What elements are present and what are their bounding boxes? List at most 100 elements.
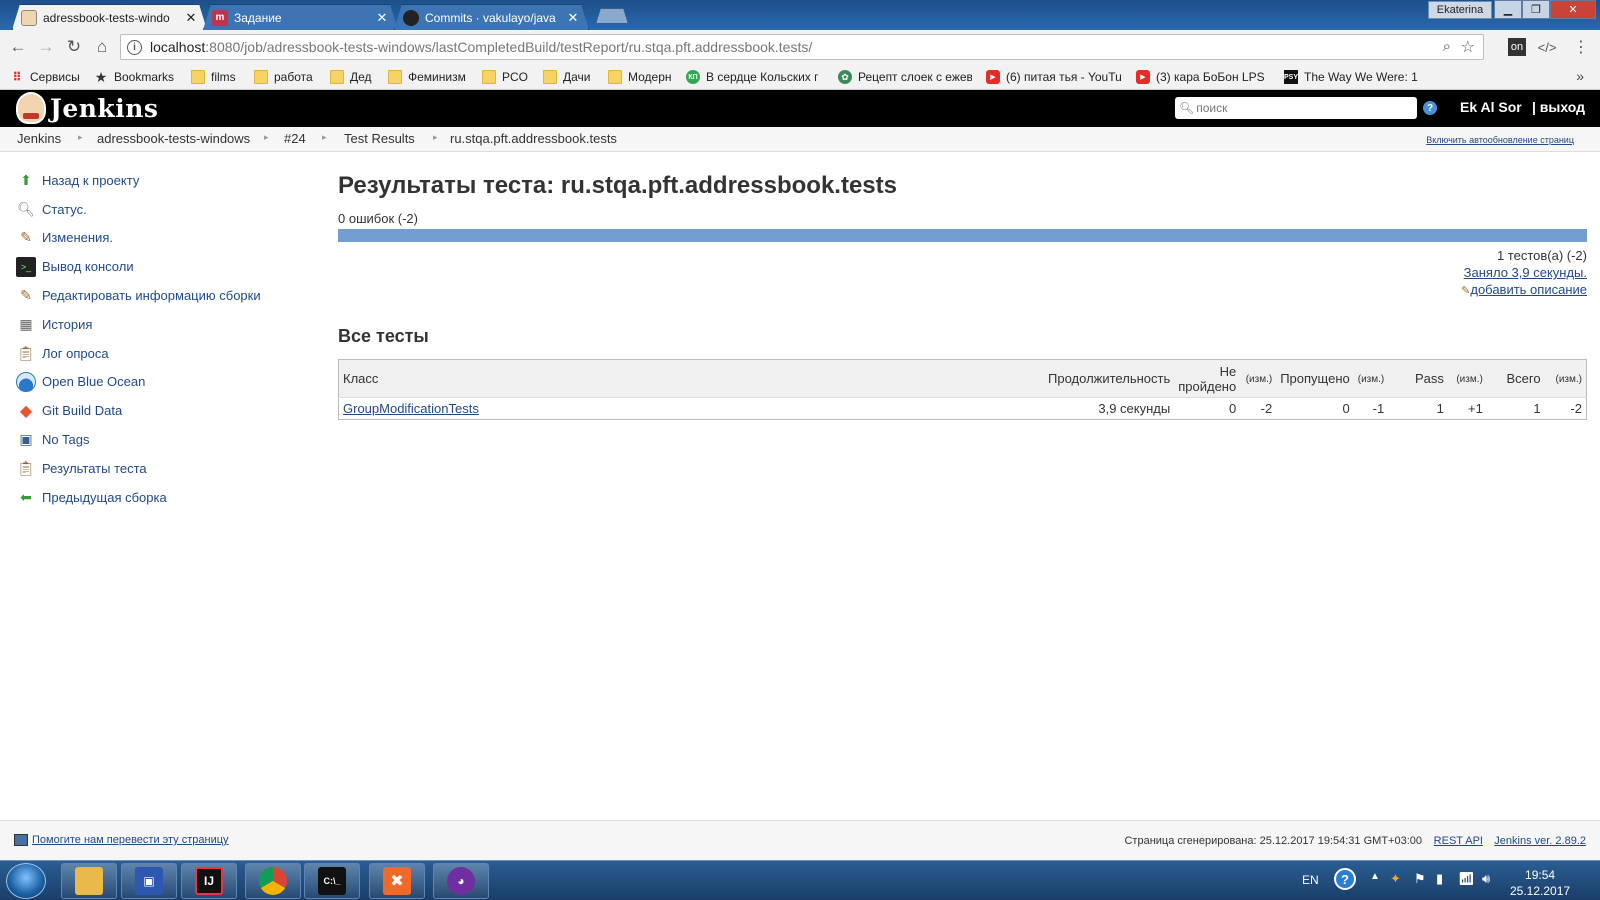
taskbar-intellij[interactable]: IJ xyxy=(181,863,237,899)
tray-chevron-up-icon[interactable]: ▲ xyxy=(1370,871,1380,882)
bookmark-services[interactable]: ⠿ Сервисы xyxy=(10,68,79,86)
bookmark-link[interactable]: КП В сердце Кольских г xyxy=(686,68,820,86)
jenkins-logo[interactable]: Jenkins xyxy=(16,92,158,124)
column-header-failed-diff[interactable]: (изм.) xyxy=(1240,359,1277,398)
taskbar-clock[interactable]: 19:54 25.12.2017 xyxy=(1510,867,1570,899)
task-previous-build[interactable]: ⬅ Предыдущая сборка xyxy=(16,483,316,512)
tab-jenkins[interactable]: adressbook-tests-windo ✕ xyxy=(12,4,207,30)
tray-app-icon[interactable]: ✦ xyxy=(1390,871,1401,887)
minimize-button[interactable]: ▁ xyxy=(1494,0,1522,19)
bookmark-link[interactable]: ✿ Рецепт слоек с ежев xyxy=(838,68,972,86)
help-icon[interactable]: ? xyxy=(1423,101,1437,115)
translate-link[interactable]: Помогите нам перевести эту страницу xyxy=(32,834,229,846)
start-button[interactable] xyxy=(6,863,46,899)
search-input[interactable] xyxy=(1196,101,1407,115)
rest-api-link[interactable]: REST API xyxy=(1434,835,1483,847)
bookmark-folder[interactable]: Феминизм xyxy=(388,68,466,86)
flag-icon[interactable]: ⚑ xyxy=(1414,871,1426,887)
column-header-pass[interactable]: Pass xyxy=(1388,359,1448,398)
octocat-icon: ◕ xyxy=(447,867,475,895)
menu-icon[interactable]: ⋮ xyxy=(1572,38,1590,56)
breadcrumb-item[interactable]: #24 xyxy=(284,131,306,146)
bookmark-folder[interactable]: работа xyxy=(254,68,313,86)
logout-link[interactable]: | выход xyxy=(1532,99,1585,115)
close-icon[interactable]: ✕ xyxy=(184,10,198,26)
column-header-skipped[interactable]: Пропущено xyxy=(1276,359,1354,398)
task-polling-log[interactable]: 📋︎ Лог опроса xyxy=(16,339,316,368)
taskbar-xampp[interactable]: ✖ xyxy=(369,863,425,899)
task-console-output[interactable]: >_ Вывод консоли xyxy=(16,252,316,281)
task-edit-build-info[interactable]: ✎ Редактировать информацию сборки xyxy=(16,281,316,310)
bookmark-star-icon[interactable]: ☆ xyxy=(1461,37,1475,57)
tab-github[interactable]: Commits · vakulayo/java ✕ xyxy=(394,4,589,30)
windows-taskbar: ▣ IJ C:\_ ✖ ◕ EN ? ▲ ✦ ⚑ ▮ 📶︎ 🔊︎ 19:54 2… xyxy=(0,860,1600,900)
task-no-tags[interactable]: ▣ No Tags xyxy=(16,425,316,454)
bookmark-folder[interactable]: Дачи xyxy=(543,68,591,86)
info-icon[interactable]: i xyxy=(127,39,142,55)
signal-icon[interactable]: 📶︎ xyxy=(1458,871,1475,887)
bookmark-bookmarks[interactable]: ★ Bookmarks xyxy=(94,68,174,86)
bookmark-link[interactable]: PSY The Way We Were: 1 xyxy=(1284,68,1422,86)
breadcrumb-item[interactable]: adressbook-tests-windows xyxy=(97,131,250,146)
duration-link[interactable]: Заняло 3,9 секунды. xyxy=(1464,265,1587,280)
task-open-blue-ocean[interactable]: Open Blue Ocean xyxy=(16,368,316,397)
new-tab-button[interactable] xyxy=(596,8,628,24)
test-class-link[interactable]: GroupModificationTests xyxy=(343,401,479,416)
task-status[interactable]: 🔍︎ Статус. xyxy=(16,195,316,224)
breadcrumb-item[interactable]: Test Results xyxy=(344,131,415,146)
breadcrumb-item[interactable]: ru.stqa.pft.addressbook.tests xyxy=(450,131,617,146)
column-header-total[interactable]: Всего xyxy=(1486,359,1545,398)
forward-button[interactable]: → xyxy=(34,36,58,58)
task-git-build-data[interactable]: ◆ Git Build Data xyxy=(16,396,316,425)
devtools-icon[interactable]: </> xyxy=(1538,38,1557,56)
maximize-button[interactable]: ❐ xyxy=(1522,0,1550,19)
jenkins-search-box[interactable]: 🔍︎ xyxy=(1175,97,1417,119)
home-button[interactable]: ⌂ xyxy=(90,36,114,58)
save-icon: ▣ xyxy=(19,431,33,448)
class-cell: GroupModificationTests xyxy=(339,398,1045,420)
bookmark-folder[interactable]: films xyxy=(191,68,236,86)
user-link[interactable]: Ek Al Sor xyxy=(1460,99,1522,115)
address-bar[interactable]: i localhost:8080/job/adressbook-tests-wi… xyxy=(120,34,1484,60)
battery-icon[interactable]: ▮ xyxy=(1436,871,1443,887)
help-icon[interactable]: ? xyxy=(1334,868,1356,890)
taskbar-explorer[interactable] xyxy=(61,863,117,899)
taskbar-notepad[interactable]: ▣ xyxy=(121,863,177,899)
folder-icon xyxy=(254,70,268,84)
task-back-to-project[interactable]: ⬆ Назад к проекту xyxy=(16,166,316,195)
add-description-link[interactable]: добавить описание xyxy=(1470,282,1587,297)
bookmark-link[interactable]: ▶ (3) кара БоБон LPS : xyxy=(1136,68,1266,86)
language-indicator[interactable]: EN xyxy=(1302,873,1319,887)
column-header-class[interactable]: Класс xyxy=(338,359,1045,398)
task-changes[interactable]: ✎ Изменения. xyxy=(16,224,316,253)
bookmark-folder[interactable]: PCO xyxy=(482,68,528,86)
window-close-button[interactable]: ✕ xyxy=(1550,0,1596,19)
column-header-total-diff[interactable]: (изм.) xyxy=(1544,359,1587,398)
reload-button[interactable]: ↻ xyxy=(62,36,86,58)
column-header-duration[interactable]: Продолжительность xyxy=(1044,359,1175,398)
bookmark-link[interactable]: ▶ (6) питая тья - YouTu xyxy=(986,68,1124,86)
jenkins-version-link[interactable]: Jenkins ver. 2.89.2 xyxy=(1494,835,1586,847)
zoom-icon[interactable]: ⌕ xyxy=(1443,38,1451,55)
back-button[interactable]: ← xyxy=(6,36,30,58)
window-profile-button[interactable]: Ekaterina xyxy=(1428,1,1492,19)
extension-icon[interactable]: on xyxy=(1508,38,1526,56)
breadcrumb-item[interactable]: Jenkins xyxy=(17,131,61,146)
close-icon[interactable]: ✕ xyxy=(566,10,580,26)
column-header-pass-diff[interactable]: (изм.) xyxy=(1447,359,1487,398)
clipboard-icon: 📋︎ xyxy=(17,344,35,361)
tab-zadanie[interactable]: m Задание ✕ xyxy=(203,4,398,30)
bookmark-folder[interactable]: Модерн xyxy=(608,68,672,86)
task-test-results[interactable]: 📋︎ Результаты теста xyxy=(16,454,316,483)
close-icon[interactable]: ✕ xyxy=(375,10,389,26)
column-header-failed[interactable]: Не пройдено xyxy=(1174,359,1241,398)
chevron-right-icon[interactable]: » xyxy=(1576,68,1584,84)
task-history[interactable]: ▦ История xyxy=(16,310,316,339)
volume-icon[interactable]: 🔊︎ xyxy=(1482,871,1490,887)
bookmark-folder[interactable]: Дед xyxy=(330,68,372,86)
enable-autorefresh-link[interactable]: Включить автообновление страниц xyxy=(1426,135,1574,145)
taskbar-chrome[interactable] xyxy=(245,863,301,899)
taskbar-github-desktop[interactable]: ◕ xyxy=(433,863,489,899)
column-header-skipped-diff[interactable]: (изм.) xyxy=(1353,359,1389,398)
taskbar-cmd[interactable]: C:\_ xyxy=(304,863,360,899)
